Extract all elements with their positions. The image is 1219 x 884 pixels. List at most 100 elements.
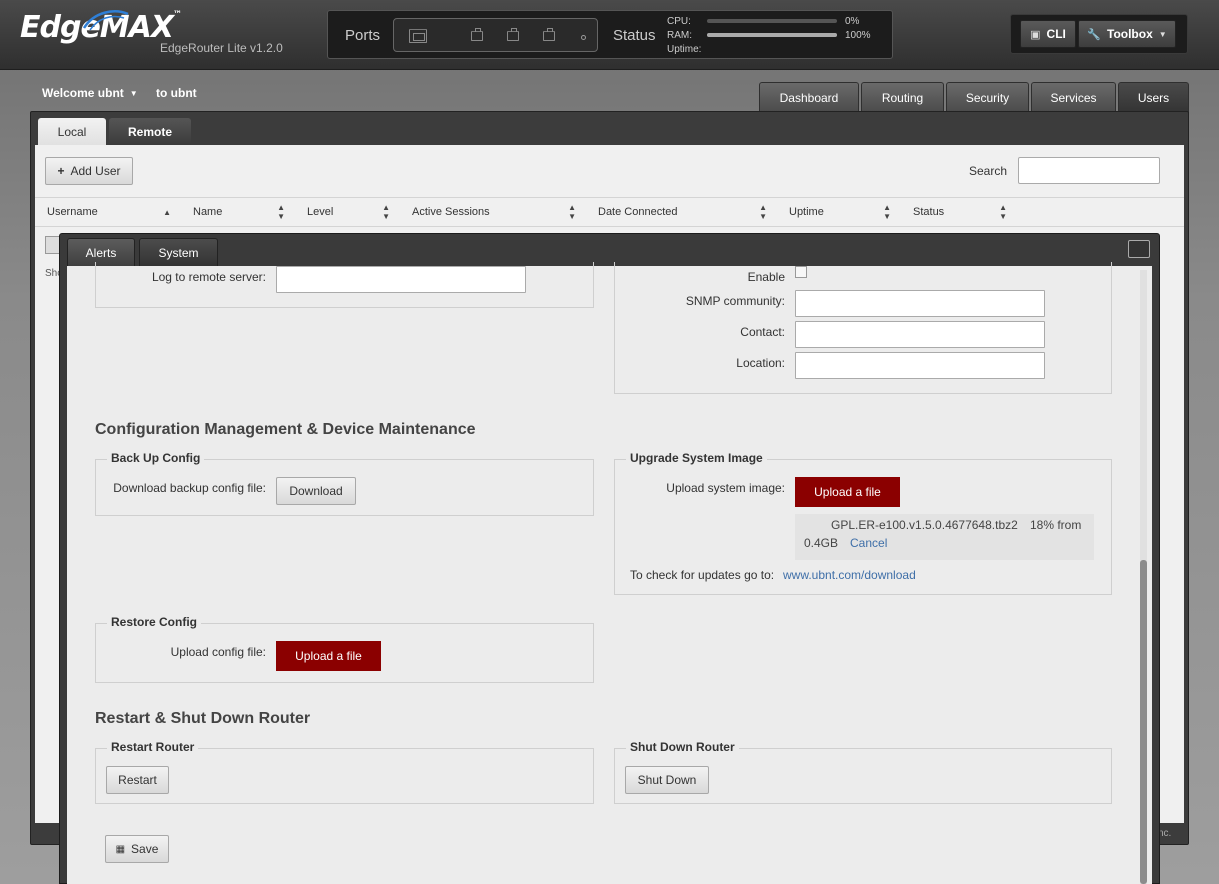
column-active-sessions[interactable]: Active Sessions ▲ ▼	[400, 197, 586, 227]
column-status[interactable]: Status ▲ ▼	[901, 197, 1017, 227]
snmp-contact-label: Contact:	[740, 325, 785, 339]
upload-config-label: Upload a file	[295, 649, 362, 663]
status-label: Status	[613, 27, 656, 44]
wrench-icon: 🔧	[1087, 28, 1101, 41]
updates-text: To check for updates go to:	[630, 568, 775, 582]
column-username[interactable]: Username ▲	[35, 197, 181, 227]
tab-security[interactable]: Security	[946, 82, 1029, 113]
upgrade-image-legend: Upgrade System Image	[626, 451, 767, 465]
add-user-button[interactable]: + Add User	[45, 157, 133, 185]
snmp-contact-input[interactable]	[795, 321, 1045, 348]
snmp-location-input[interactable]	[795, 352, 1045, 379]
tab-services[interactable]: Services	[1031, 82, 1116, 113]
restore-config-legend: Restore Config	[107, 615, 202, 629]
restart-section-title: Restart & Shut Down Router	[95, 710, 311, 727]
backup-config-label: Download backup config file:	[113, 481, 266, 495]
restart-button[interactable]: Restart	[106, 766, 169, 794]
shutdown-button[interactable]: Shut Down	[625, 766, 709, 794]
upload-config-button[interactable]: Upload a file	[276, 641, 381, 671]
scrollbar-thumb[interactable]	[1140, 560, 1147, 884]
remote-log-label: Log to remote server:	[151, 270, 266, 284]
minimize-dialog-button[interactable]	[1128, 240, 1150, 258]
chevron-down-icon: ▼	[129, 89, 138, 99]
sort-icon: ▲ ▼	[277, 203, 285, 221]
column-level-label: Level	[307, 206, 334, 218]
restart-router-fieldset	[95, 748, 594, 804]
shutdown-router-legend: Shut Down Router	[626, 740, 739, 754]
download-backup-button[interactable]: Download	[276, 477, 356, 505]
ports-status-panel: Ports Status CPU: 0% RAM: 100% Uptime:	[327, 10, 893, 59]
to-user-text: to ubnt	[156, 86, 197, 100]
add-user-label: Add User	[70, 164, 121, 178]
sort-icon: ▲ ▼	[999, 203, 1007, 221]
shutdown-label: Shut Down	[637, 773, 697, 787]
save-button[interactable]: ▦ Save	[105, 835, 169, 863]
remote-log-server-input[interactable]	[276, 266, 526, 293]
ram-label: RAM:	[667, 30, 692, 41]
footer-copyright: nc.	[1158, 828, 1172, 839]
eth2-port-icon[interactable]	[543, 28, 555, 41]
cpu-bar	[707, 19, 837, 23]
cpu-value: 0%	[845, 16, 860, 27]
user-menu[interactable]: Welcome ubnt ▼	[42, 86, 138, 100]
ports-diagram	[393, 18, 598, 52]
sort-icon: ▲ ▼	[759, 203, 767, 221]
sort-icon: ▲ ▼	[382, 203, 390, 221]
upload-image-label: Upload a file	[814, 485, 881, 499]
tab-users[interactable]: Users	[1118, 82, 1189, 113]
snmp-location-label: Location:	[736, 356, 785, 370]
floppy-disk-icon: ▦	[115, 843, 126, 855]
backup-config-legend: Back Up Config	[107, 451, 205, 465]
toolbox-label: Toolbox	[1107, 27, 1153, 41]
eth0-port-icon[interactable]	[471, 28, 483, 41]
column-name[interactable]: Name ▲ ▼	[181, 197, 295, 227]
edgemax-logo: EdgeMAX™	[20, 10, 182, 45]
column-uptime-label: Uptime	[789, 206, 824, 218]
upload-size-text: 0.4GB	[804, 536, 839, 550]
toolbox-button[interactable]: 🔧 Toolbox ▼	[1078, 20, 1176, 48]
column-date-connected[interactable]: Date Connected ▲ ▼	[586, 197, 777, 227]
config-section-title: Configuration Management & Device Mainte…	[95, 421, 476, 438]
tab-dashboard[interactable]: Dashboard	[759, 82, 859, 113]
column-name-label: Name	[193, 206, 223, 218]
upgrade-image-label: Upload system image:	[666, 481, 785, 495]
eth1-port-icon[interactable]	[507, 28, 519, 41]
download-label: Download	[289, 484, 343, 498]
sort-icon: ▲ ▼	[883, 203, 891, 221]
device-model: EdgeRouter Lite v1.2.0	[160, 41, 283, 55]
snmp-community-input[interactable]	[795, 290, 1045, 317]
restore-config-label: Upload config file:	[170, 645, 266, 659]
ports-label: Ports	[345, 27, 381, 44]
snmp-enable-checkbox[interactable]	[795, 266, 807, 278]
column-actions	[1017, 197, 1184, 227]
column-date-connected-label: Date Connected	[598, 206, 678, 218]
updates-link[interactable]: www.ubnt.com/download	[783, 568, 916, 582]
welcome-text: Welcome ubnt	[42, 86, 124, 100]
column-uptime[interactable]: Uptime ▲ ▼	[777, 197, 901, 227]
snmp-community-label: SNMP community:	[685, 294, 785, 308]
reset-dot-icon	[581, 35, 586, 40]
search-label: Search	[969, 164, 1008, 178]
tab-remote-users[interactable]: Remote	[109, 118, 191, 146]
tools-panel: ▣ CLI 🔧 Toolbox ▼	[1010, 14, 1188, 54]
column-level[interactable]: Level ▲ ▼	[295, 197, 400, 227]
sort-asc-icon: ▲	[163, 207, 171, 217]
uptime-label: Uptime:	[667, 44, 702, 55]
sort-icon: ▲ ▼	[568, 203, 576, 221]
search-input[interactable]	[1018, 157, 1160, 184]
console-port-icon[interactable]	[409, 29, 427, 43]
restart-router-legend: Restart Router	[107, 740, 199, 754]
ram-bar-fill	[707, 33, 837, 37]
column-username-label: Username	[47, 206, 98, 218]
logo-swoosh-icon	[82, 10, 129, 31]
upload-file-name: GPL.ER-e100.v1.5.0.4677648.tbz2	[831, 518, 1018, 532]
save-label: Save	[131, 842, 159, 856]
tab-routing[interactable]: Routing	[861, 82, 944, 113]
ram-bar	[707, 33, 837, 37]
tab-local-users[interactable]: Local	[38, 118, 106, 146]
cli-button[interactable]: ▣ CLI	[1020, 20, 1076, 48]
column-active-sessions-label: Active Sessions	[412, 206, 490, 218]
upload-system-image-button[interactable]: Upload a file	[795, 477, 900, 507]
cancel-upload-link[interactable]: Cancel	[850, 536, 887, 550]
column-status-label: Status	[913, 206, 945, 218]
